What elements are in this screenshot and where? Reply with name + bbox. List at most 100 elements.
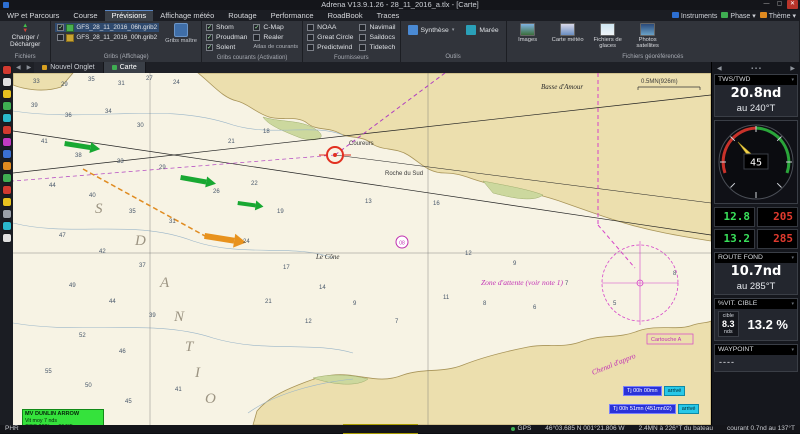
speed-display-1[interactable]: 12.8 [714, 207, 755, 227]
eta-time: Tj 00h 00mn [623, 386, 662, 396]
checkbox[interactable] [307, 44, 315, 51]
panel-grid-icon[interactable]: ▪ ▪ ▪ [751, 66, 761, 72]
menu-item[interactable]: Performance [264, 10, 321, 21]
info-icon[interactable] [2, 222, 11, 230]
maximize-button[interactable]: ▢ [774, 0, 785, 9]
angle-display-2[interactable]: 285 [757, 229, 798, 249]
images-button[interactable]: Images [511, 23, 545, 43]
ruler-icon[interactable] [2, 114, 11, 122]
waypoint-instrument[interactable]: WAYPOINT ▾ ---- [714, 344, 798, 372]
svg-text:39: 39 [149, 313, 156, 319]
checkbox-item[interactable]: Predictwind [307, 43, 353, 52]
menu-item[interactable]: RoadBook [321, 10, 370, 21]
angle-display-1[interactable]: 205 [757, 207, 798, 227]
route-icon[interactable] [2, 78, 11, 86]
settings-icon[interactable] [2, 210, 11, 218]
title-bar: Adrena V13.9.1.26 - 28_11_2016_a.tlx - [… [0, 0, 800, 10]
checkbox-label: Realer [263, 34, 284, 41]
waypoint-icon[interactable] [2, 90, 11, 98]
checkbox[interactable] [359, 24, 367, 31]
current-icon[interactable] [2, 138, 11, 146]
checkbox-item[interactable]: Realer [253, 33, 298, 42]
menu-item[interactable]: Course [66, 10, 104, 21]
instruments-menu[interactable]: Instruments [671, 11, 717, 20]
checkbox[interactable]: ✓ [206, 44, 214, 51]
svg-text:N: N [173, 309, 185, 325]
grib-file-list: ✓ GFS_28_11_2016_06h.grib2 GFS_28_11_201… [55, 23, 160, 42]
checkbox-label: Solent [216, 44, 236, 51]
checkbox[interactable]: ✓ [253, 24, 261, 31]
panel-prev-icon[interactable]: ◀ [717, 65, 722, 72]
grib-checkbox[interactable] [57, 34, 65, 41]
boat-icon[interactable] [2, 66, 11, 74]
route-fond-instrument[interactable]: ROUTE FOND ▾ 10.7nd au 285°T [714, 252, 798, 295]
vit-cible-instrument[interactable]: %VIT. CIBLE ▾ cible 8.3 nds 13.2 % [714, 298, 798, 341]
checkbox-item[interactable]: Great Circle [307, 33, 353, 42]
menu-item[interactable]: Routage [221, 10, 263, 21]
ribbon-group-fournisseurs: NOAA Great Circle Predictwind Navimail Sail… [303, 21, 401, 62]
checkbox-item[interactable]: ✓ Solent [206, 43, 247, 52]
menu-item[interactable]: Affichage météo [153, 10, 221, 21]
alarm-icon[interactable] [2, 186, 11, 194]
checkbox-item[interactable]: ✓ C-Map [253, 23, 298, 32]
mob-icon[interactable] [2, 198, 11, 206]
tide-icon[interactable] [2, 150, 11, 158]
checkbox-item[interactable]: Tidetech [359, 43, 395, 52]
phase-menu[interactable]: Phase ▾ [721, 11, 756, 20]
checkbox-item[interactable]: Navimail [359, 23, 396, 32]
tab-next-icon[interactable]: ▶ [24, 64, 35, 71]
zoom-icon[interactable] [2, 102, 11, 110]
checkbox[interactable] [359, 34, 367, 41]
panel-next-icon[interactable]: ▶ [790, 65, 795, 72]
tab-nouvel-onglet[interactable]: Nouvel Onglet [34, 62, 104, 73]
maree-button[interactable]: Marée [463, 23, 501, 37]
menu-item[interactable]: WP et Parcours [0, 10, 66, 21]
checkbox-item[interactable]: NOAA [307, 23, 353, 32]
checkbox-item[interactable]: ✓ Proudman [206, 33, 247, 42]
gribs-maitre-icon[interactable] [174, 23, 189, 37]
svg-text:24: 24 [173, 80, 180, 86]
wind-compass-gauge[interactable]: 45 [714, 120, 798, 204]
photos-satellites-button[interactable]: Photos satellites [631, 23, 665, 49]
checkbox-item[interactable]: Saildocs [359, 33, 395, 42]
anchor-icon[interactable] [2, 234, 11, 242]
layers-icon[interactable] [2, 162, 11, 170]
checkbox-item[interactable]: ✓ Shom [206, 23, 247, 32]
svg-text:13: 13 [365, 199, 372, 205]
grib-file-row[interactable]: GFS_28_11_2016_00h.grib2 [55, 33, 159, 42]
tab-prev-icon[interactable]: ◀ [13, 64, 24, 71]
checkbox-label: Saildocs [369, 34, 396, 41]
tab-carte[interactable]: Carte [103, 62, 146, 73]
atlas-label: Atlas de courants [253, 44, 299, 50]
checkbox[interactable] [307, 24, 315, 31]
tws-instrument[interactable]: TWS/TWD ▾ 20.8nd au 240°T [714, 74, 798, 117]
speed-display-2[interactable]: 13.2 [714, 229, 755, 249]
menu-item[interactable]: Prévisions [104, 10, 154, 21]
minimize-button[interactable]: — [761, 0, 772, 9]
grib-checkbox[interactable]: ✓ [57, 24, 65, 31]
svg-text:46: 46 [119, 349, 126, 355]
grib-file-row[interactable]: ✓ GFS_28_11_2016_06h.grib2 [55, 23, 160, 32]
photos-satellites-label: Photos satellites [636, 37, 659, 49]
wind-icon[interactable] [2, 126, 11, 134]
svg-text:45: 45 [125, 399, 132, 405]
synthese-button[interactable]: Synthèse ▾ [405, 23, 458, 37]
map-tab-icon [111, 65, 117, 70]
theme-menu[interactable]: Thème ▾ [759, 11, 796, 20]
close-button[interactable]: ✕ [787, 0, 798, 9]
nautical-chart[interactable]: 08 33 29 35 31 27 24 39 36 34 30 41 38 33 29 44 40 35 31 4… [13, 73, 711, 434]
checkbox[interactable] [359, 44, 367, 51]
route-fond-direction: au 285°T [736, 281, 776, 292]
checkbox[interactable] [307, 34, 315, 41]
checkbox[interactable] [253, 34, 261, 41]
svg-text:42: 42 [99, 249, 106, 255]
menu-item[interactable]: Traces [370, 10, 407, 21]
checkbox[interactable]: ✓ [206, 34, 214, 41]
checkbox[interactable]: ✓ [206, 24, 214, 31]
flag-icon[interactable] [2, 174, 11, 182]
svg-text:33: 33 [33, 79, 40, 85]
fichiers-glaces-button[interactable]: Fichiers de glaces [591, 23, 625, 49]
charger-decharger-button[interactable]: ▲ ▼ Charger / Décharger [4, 23, 46, 49]
svg-text:22: 22 [251, 181, 258, 187]
carte-meteo-button[interactable]: Carte météo [551, 23, 585, 43]
